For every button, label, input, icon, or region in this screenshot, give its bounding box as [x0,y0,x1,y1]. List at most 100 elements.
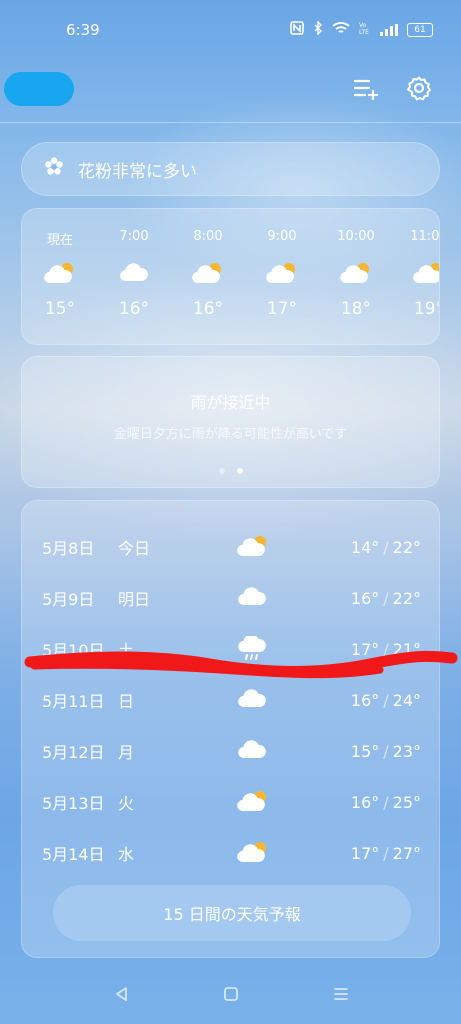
daily-high: 24° [392,690,421,710]
temp-separator: / [383,843,389,863]
settings-button[interactable] [403,74,435,106]
daily-temp-range: 14°/22° [351,538,421,557]
hourly-time: 10:00 [337,229,375,244]
volte-icon: Vo LTE [359,21,371,39]
flower-icon [44,156,64,182]
nav-back-button[interactable] [110,984,134,1008]
temp-separator: / [383,639,389,659]
pollen-text: 花粉非常に多い [78,161,197,182]
daily-date: 5月14日 [42,845,105,864]
partly-cloudy-icon [266,261,298,287]
partly-cloudy-icon [192,261,224,287]
hourly-item: 現在 15° [30,229,90,319]
daily-high: 21° [392,639,421,659]
cloudy-icon [237,738,267,764]
hourly-temp: 16° [118,299,150,319]
partly-cloudy-icon [237,789,269,817]
hourly-time: 7:00 [119,229,149,244]
daily-low: 17° [350,639,380,659]
daily-temp-range: 17°/27° [351,844,421,863]
bluetooth-icon [313,20,323,39]
header-divider [0,122,461,123]
daily-temp-range: 16°/24° [351,691,421,710]
status-bar: 6:39 Vo LTE 61 [0,0,461,60]
partly-cloudy-icon [340,261,372,287]
hourly-temp: 18° [340,299,372,319]
cloudy-icon [119,261,149,287]
alert-title: 雨が接近中 [190,393,271,412]
home-icon [222,985,240,1007]
pollen-card[interactable]: 花粉非常に多い [21,142,440,196]
hourly-item: 7:00 16° [104,229,164,319]
location-name-masked[interactable] [4,72,74,106]
daily-high: 22° [392,588,421,608]
daily-temp-range: 16°/25° [351,793,421,812]
hourly-item: 10:00 18° [326,229,386,319]
daily-row[interactable]: 5月13日火 16°/25° [22,787,441,817]
hourly-temp: 15° [44,299,76,319]
daily-temp-range: 16°/22° [351,589,421,608]
hourly-temp: 19° [413,299,439,319]
rain-alert-card[interactable]: 雨が接近中 金曜日夕方に雨が降る可能性が高いです [21,356,440,488]
hourly-forecast-card[interactable]: 現在15°7:0016°8:0016°9:0017°10:0018°11:001… [21,208,440,345]
alert-subtitle: 金曜日夕方に雨が降る可能性が高いです [113,427,348,442]
hourly-time: 8:00 [193,229,223,244]
app-header [0,68,461,114]
daily-date: 5月10日 [42,641,105,660]
temp-separator: / [383,588,389,608]
hourly-time: 11:00 [410,229,440,244]
daily-low: 17° [350,843,380,863]
daily-row[interactable]: 5月10日土 17°/21° [22,634,441,664]
daily-row[interactable]: 5月9日 明日 16°/22° [22,583,441,613]
gear-icon [406,75,432,105]
daily-low: 16° [350,690,380,710]
battery-icon: 61 [407,23,433,37]
temp-separator: / [383,741,389,761]
status-icons: Vo LTE 61 [290,20,433,39]
hourly-item: 9:00 17° [252,229,312,319]
back-icon [113,985,131,1007]
add-city-button[interactable] [351,74,383,106]
fifteen-day-forecast-button[interactable]: 15 日間の天気予報 [53,885,411,941]
page-dot [218,468,225,474]
daily-row[interactable]: 5月12日月 15°/23° [22,736,441,766]
daily-weekday: 火 [118,794,135,813]
daily-date: 5月9日 [42,590,95,609]
nav-home-button[interactable] [219,984,243,1008]
daily-weekday: 水 [118,845,135,864]
nav-recents-button[interactable] [329,984,353,1008]
cloudy-icon [237,585,267,611]
daily-date: 5月8日 [42,539,95,558]
list-add-icon [353,76,381,104]
daily-low: 15° [350,741,380,761]
cloudy-icon [237,687,267,713]
hourly-item: 11:00 19° [399,229,440,319]
daily-row[interactable]: 5月8日 今日 14°/22° [22,532,441,562]
signal-icon [380,24,398,36]
navigation-bar [0,968,461,1024]
hourly-time: 現在 [46,233,73,248]
daily-date: 5月13日 [42,794,105,813]
daily-high: 23° [392,741,421,761]
daily-row[interactable]: 5月14日水 17°/27° [22,838,441,868]
daily-high: 25° [392,792,421,812]
rain-icon [237,634,267,668]
temp-separator: / [383,792,389,812]
partly-cloudy-icon [237,840,269,868]
daily-row[interactable]: 5月11日日 16°/24° [22,685,441,715]
daily-weekday: 月 [118,743,135,762]
hourly-temp: 16° [192,299,224,319]
daily-weekday: 明日 [118,590,151,609]
daily-date: 5月12日 [42,743,105,762]
daily-weekday: 土 [118,641,135,660]
temp-separator: / [383,690,389,710]
daily-forecast-card: 5月8日 今日 14°/22° 5月9日 明日 16°/22° 5月10日土 17°/21° 5… [21,500,440,958]
fifteen-day-forecast-label: 15 日間の天気予報 [163,905,301,924]
daily-low: 14° [350,537,380,557]
daily-low: 16° [350,792,380,812]
hourly-item: 8:00 16° [178,229,238,319]
daily-weekday: 今日 [118,539,151,558]
svg-text:LTE: LTE [359,29,369,35]
daily-low: 16° [350,588,380,608]
daily-high: 22° [392,537,421,557]
